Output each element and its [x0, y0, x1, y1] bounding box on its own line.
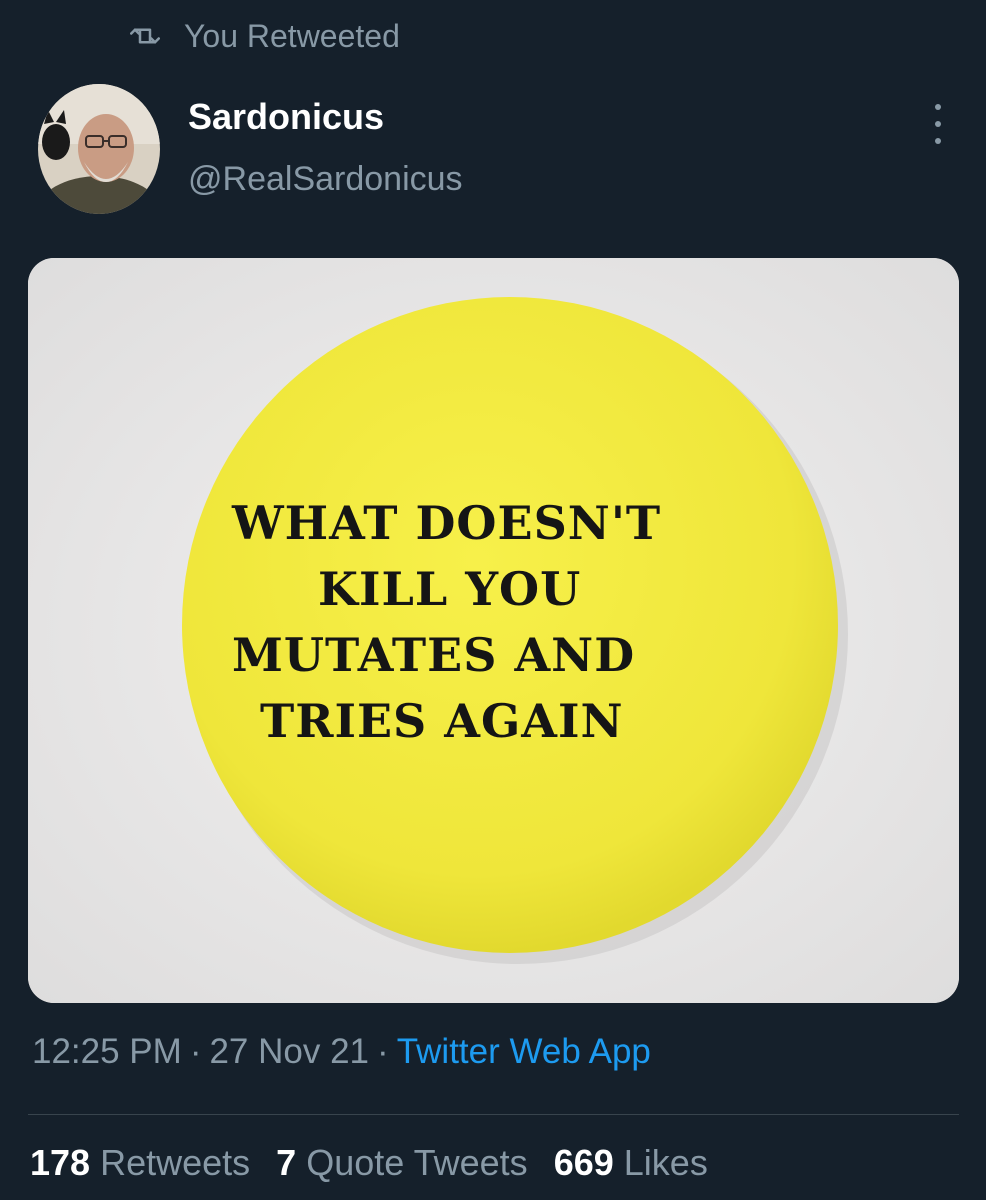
more-options-icon[interactable] [920, 104, 956, 144]
avatar[interactable] [38, 84, 160, 214]
button-line-3: MUTATES AND [232, 628, 636, 682]
likes-label: Likes [623, 1142, 708, 1183]
quote-tweets-count: 7 [276, 1142, 297, 1183]
tweet-stats: 178 Retweets 7 Quote Tweets 669 Likes [30, 1142, 734, 1184]
button-slogan: WHAT DOESN'T KILL YOU MUTATES AND TRIES AGA… [232, 490, 752, 754]
retweet-banner: You Retweeted [130, 14, 400, 58]
quote-tweets-label: Quote Tweets [306, 1142, 528, 1183]
tweet-meta: 12:25 PM · 27 Nov 21 · Twitter Web App [32, 1032, 651, 1072]
separator: · [377, 1032, 389, 1071]
retweet-label: You Retweeted [184, 17, 400, 54]
tweet-date[interactable]: 27 Nov 21 [209, 1032, 369, 1071]
button-line-4: TRIES AGAIN [260, 694, 624, 748]
button-line-2: KILL YOU [318, 562, 582, 616]
retweets-count: 178 [30, 1142, 91, 1183]
retweet-icon [130, 21, 160, 51]
button-line-1: WHAT DOESN'T [232, 496, 662, 550]
separator: · [189, 1032, 202, 1071]
retweets-label: Retweets [100, 1142, 251, 1183]
likes-stat[interactable]: 669 Likes [554, 1142, 708, 1183]
quote-tweets-stat[interactable]: 7 Quote Tweets [276, 1142, 528, 1183]
tweet-time[interactable]: 12:25 PM [32, 1032, 182, 1071]
author-name[interactable]: Sardonicus [188, 96, 384, 138]
retweets-stat[interactable]: 178 Retweets [30, 1142, 250, 1183]
likes-count: 669 [553, 1142, 614, 1183]
tweet-source-link[interactable]: Twitter Web App [397, 1032, 651, 1071]
divider [28, 1114, 959, 1115]
author-handle[interactable]: @RealSardonicus [188, 160, 463, 199]
